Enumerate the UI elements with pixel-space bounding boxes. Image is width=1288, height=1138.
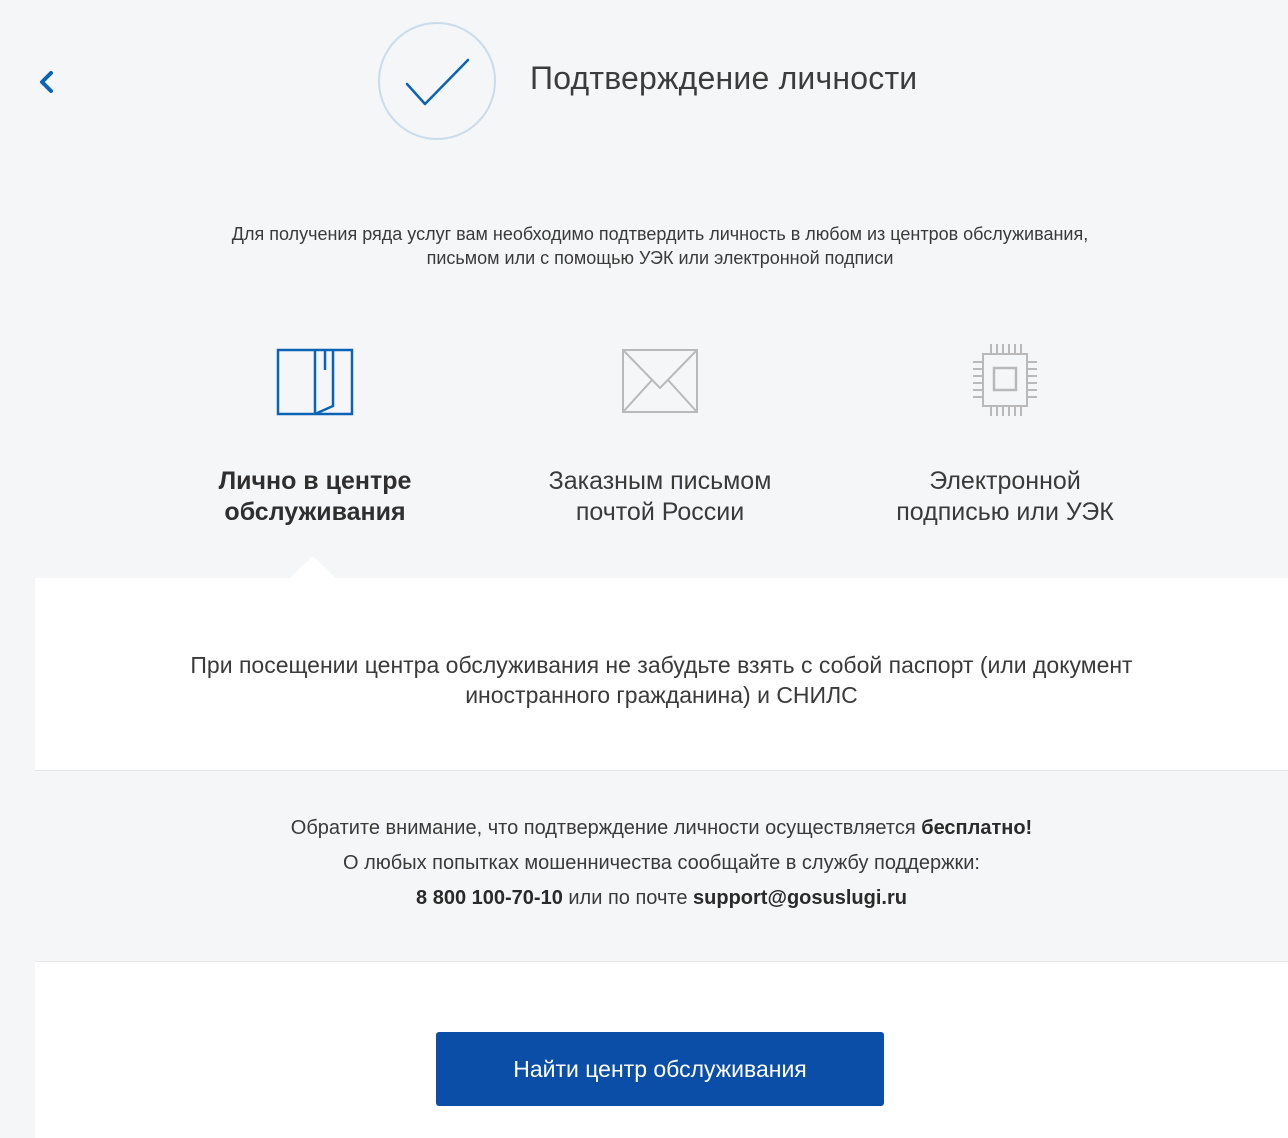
method-letter[interactable]: Заказным письмом почтой России [510, 340, 810, 540]
reminder-text: При посещении центра обслуживания не заб… [35, 650, 1288, 710]
notice-line-3: 8 800 100-70-10 или по почте support@gos… [35, 881, 1288, 916]
method-in-person[interactable]: Лично в центре обслуживания [165, 340, 465, 540]
checkmark-icon [405, 58, 470, 106]
notice-line-2: О любых попытках мошенничества сообщайте… [343, 852, 980, 874]
panel-pointer [289, 556, 337, 579]
method-label: Заказным письмом почтой России [510, 466, 810, 528]
page-title: Подтверждение личности [530, 60, 918, 96]
envelope-icon [622, 349, 698, 413]
book-icon [276, 348, 354, 416]
free-emphasis: бесплатно! [921, 817, 1033, 839]
support-email: support@gosuslugi.ru [693, 887, 907, 909]
notice-text: Обратите внимание, что подтверждение лич… [290, 817, 922, 839]
notice-line-1: Обратите внимание, что подтверждение лич… [35, 811, 1288, 846]
method-details-panel: При посещении центра обслуживания не заб… [35, 578, 1288, 1138]
notice-text: или по почте [562, 887, 694, 909]
intro-line-1: Для получения ряда услуг вам необходимо … [231, 224, 1089, 244]
chip-icon [973, 344, 1037, 416]
intro-line-2: письмом или с помощью УЭК или электронно… [426, 248, 894, 268]
method-label-line: Электронной [929, 467, 1081, 495]
method-label-line: обслуживания [224, 498, 406, 526]
page: Подтверждение личности Для получения ряд… [0, 0, 1288, 1138]
method-label-line: Заказным письмом [548, 467, 772, 495]
method-label: Электронной подписью или УЭК [855, 466, 1155, 528]
method-label-line: почтой России [575, 498, 745, 526]
method-e-signature[interactable]: Электронной подписью или УЭК [855, 340, 1155, 540]
reminder-line: иностранного гражданина) и СНИЛС [465, 682, 858, 708]
method-label-line: Лично в центре [218, 467, 412, 495]
intro-text: Для получения ряда услуг вам необходимо … [60, 222, 1260, 270]
method-label: Лично в центре обслуживания [165, 466, 465, 528]
chevron-left-icon [40, 71, 53, 93]
find-service-center-button[interactable]: Найти центр обслуживания [436, 1032, 884, 1106]
fraud-notice: Обратите внимание, что подтверждение лич… [35, 770, 1288, 962]
support-phone: 8 800 100-70-10 [416, 887, 563, 909]
method-label-line: подписью или УЭК [896, 498, 1114, 526]
status-circle [378, 22, 496, 140]
reminder-line: При посещении центра обслуживания не заб… [190, 652, 1133, 678]
back-button[interactable] [30, 62, 62, 102]
